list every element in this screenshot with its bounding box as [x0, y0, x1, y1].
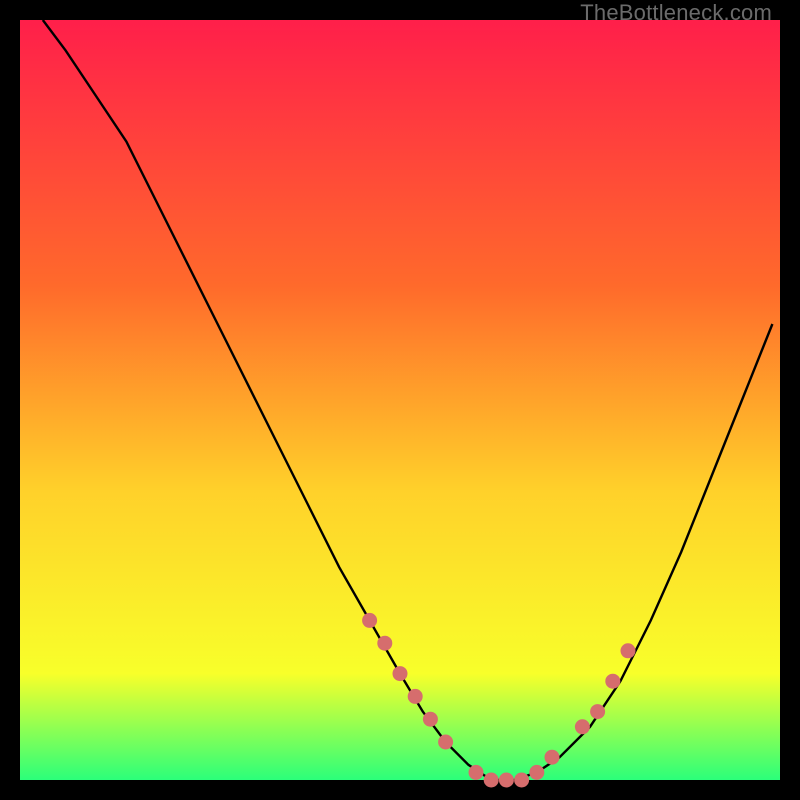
marker-dot [590, 704, 605, 719]
marker-dot [499, 773, 514, 788]
marker-dot [605, 674, 620, 689]
marker-dot [362, 613, 377, 628]
marker-dot [484, 773, 499, 788]
marker-dot [575, 719, 590, 734]
marker-dot [514, 773, 529, 788]
marker-dot [469, 765, 484, 780]
highlight-dots [362, 613, 635, 788]
chart-plot [20, 20, 780, 780]
bottleneck-curve [43, 20, 773, 780]
marker-dot [377, 636, 392, 651]
marker-dot [423, 712, 438, 727]
marker-dot [393, 666, 408, 681]
marker-dot [438, 735, 453, 750]
marker-dot [621, 643, 636, 658]
watermark-text: TheBottleneck.com [580, 0, 772, 26]
marker-dot [529, 765, 544, 780]
marker-dot [545, 750, 560, 765]
marker-dot [408, 689, 423, 704]
